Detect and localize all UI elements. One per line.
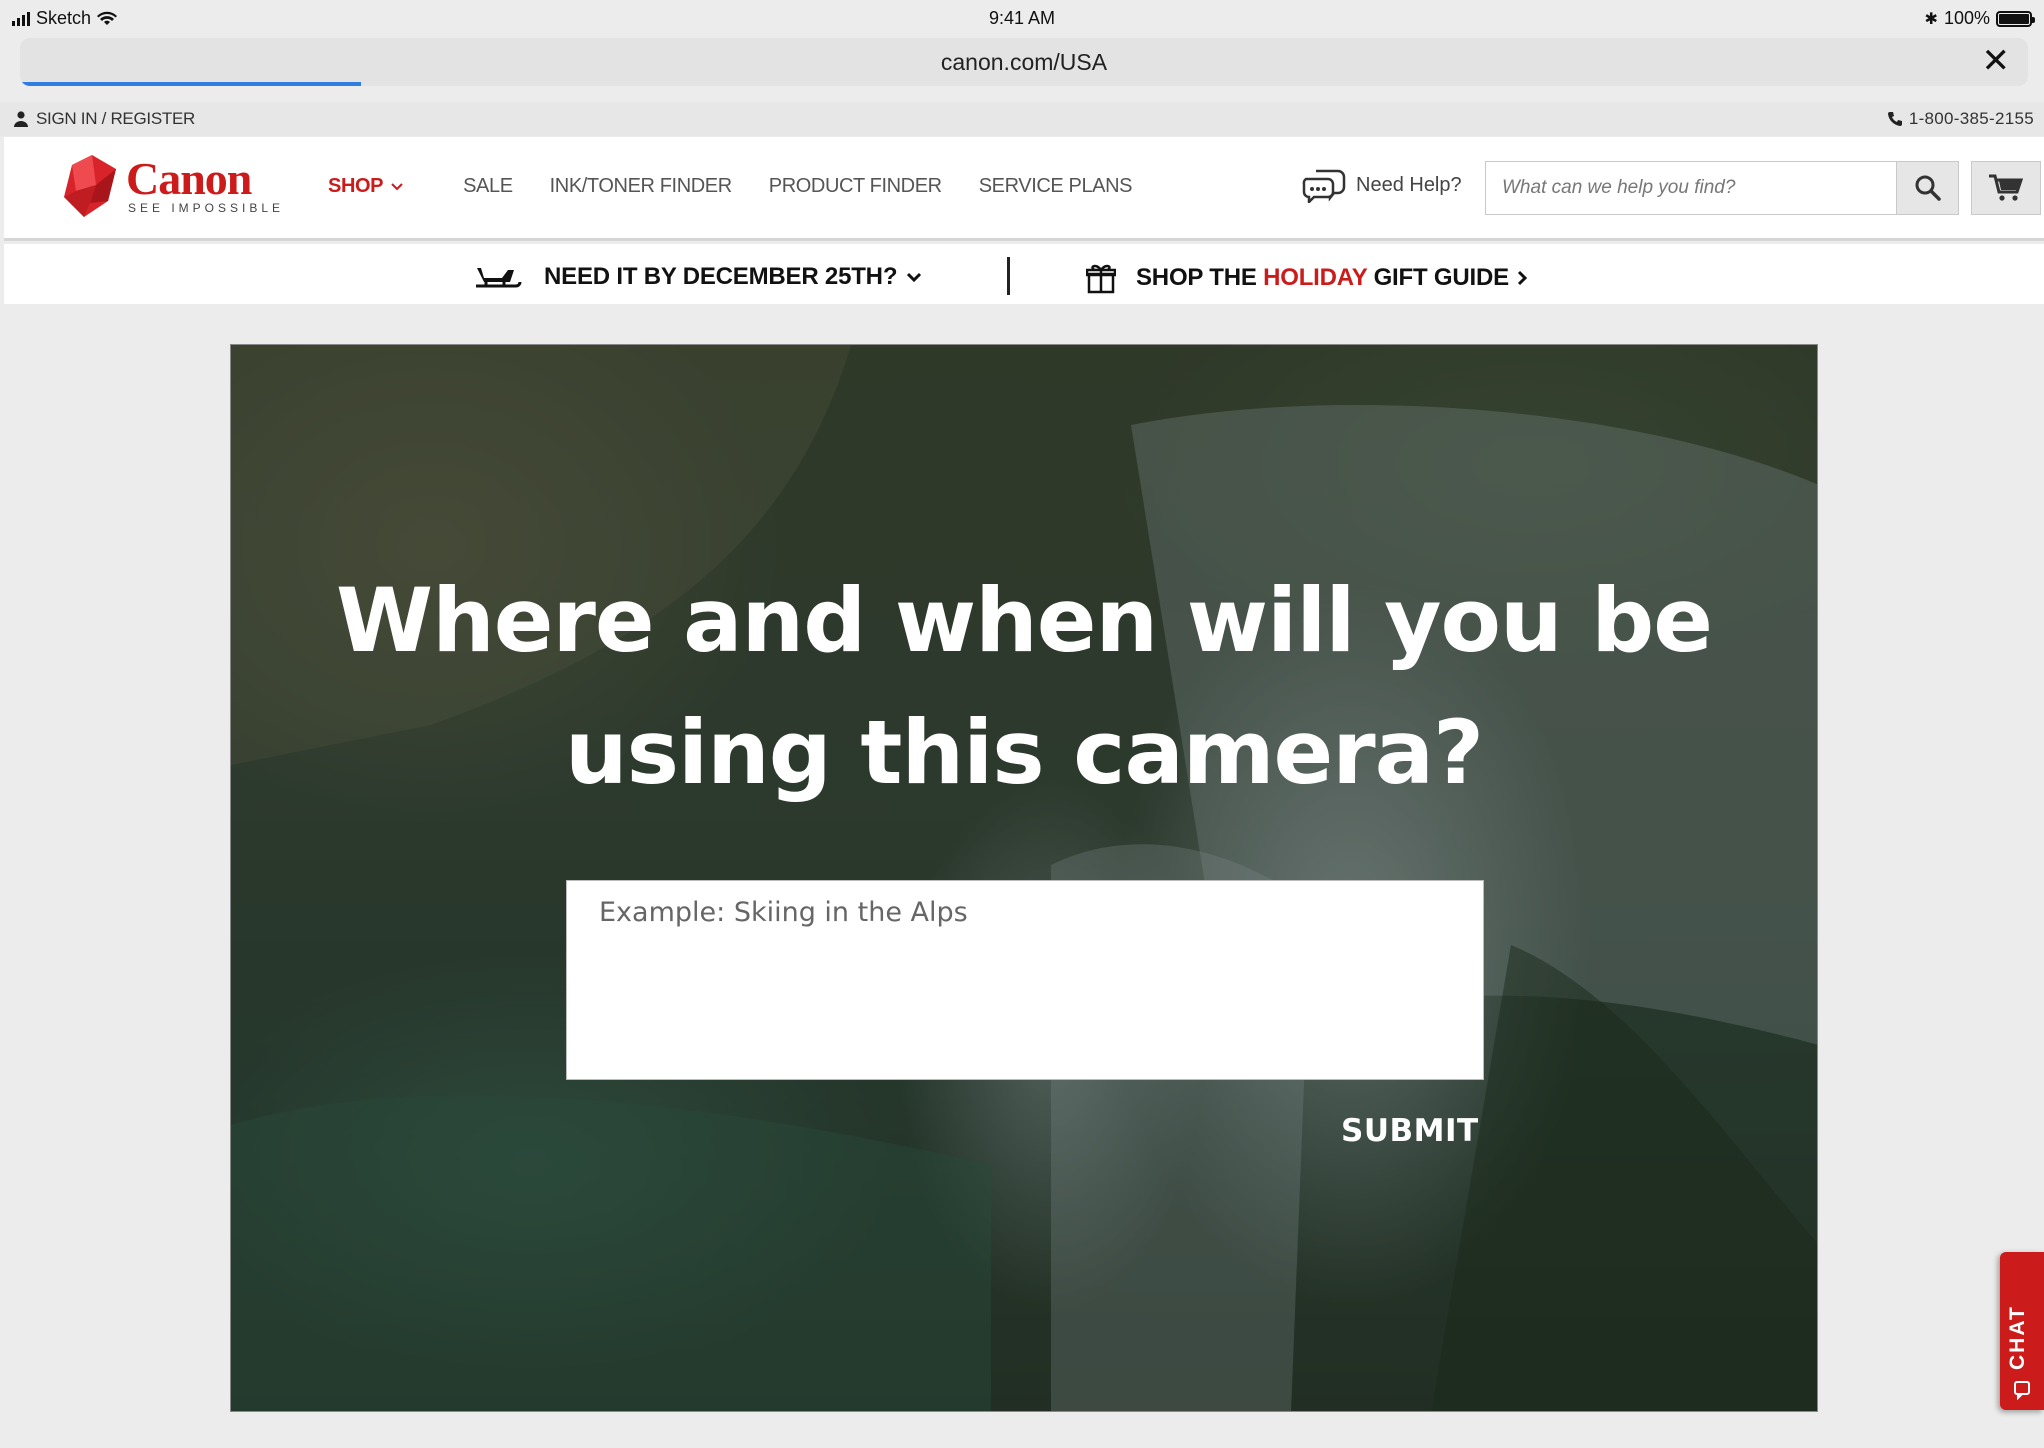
gift-guide-highlight: HOLIDAY	[1263, 264, 1368, 291]
nav-ink-toner-finder[interactable]: INK/TONER FINDER	[550, 175, 733, 198]
gift-icon	[1086, 264, 1116, 294]
logo-text: Canon SEE IMPOSSIBLE	[126, 153, 285, 216]
cart-button[interactable]	[1971, 161, 2041, 215]
canon-logo[interactable]: Canon SEE IMPOSSIBLE	[62, 155, 284, 219]
chat-label: CHAT	[2006, 1305, 2029, 1370]
url-text[interactable]: canon.com/USA	[20, 49, 2028, 76]
page-load-progress	[20, 82, 362, 86]
nav-shop[interactable]: SHOP	[328, 175, 403, 198]
chat-icon	[2014, 1381, 2030, 1400]
battery-icon	[1996, 10, 2035, 27]
cart-icon	[1989, 174, 2024, 201]
gift-guide-suffix: GIFT GUIDE	[1373, 264, 1510, 291]
site-header: Canon SEE IMPOSSIBLE SHOP SALE INK/TONER…	[4, 137, 2044, 241]
nav-service-plans[interactable]: SERVICE PLANS	[979, 175, 1133, 198]
hero-overlay	[231, 345, 1817, 1411]
logo-word: Canon	[126, 153, 252, 204]
utility-bar: SIGN IN / REGISTER 1-800-385-2155	[0, 102, 2044, 136]
search-box	[1485, 161, 1959, 215]
gift-guide-text: SHOP THE HOLIDAY GIFT GUIDE	[1136, 264, 1509, 292]
sign-in-link[interactable]: SIGN IN / REGISTER	[14, 109, 195, 129]
chat-tab[interactable]: CHAT	[2000, 1252, 2044, 1410]
phone-icon	[1887, 112, 1902, 126]
bluetooth-icon: ✱	[1924, 10, 1938, 28]
delivery-deadline-text: NEED IT BY DECEMBER 25TH?	[544, 263, 898, 290]
logo-tagline: SEE IMPOSSIBLE	[128, 201, 285, 215]
status-bar: Sketch 9:41 AM ✱ 100%	[0, 0, 2044, 36]
promo-divider	[1007, 257, 1010, 295]
need-help-link[interactable]: Need Help?	[1302, 167, 1462, 203]
phone-link[interactable]: 1-800-385-2155	[1887, 109, 2034, 129]
delivery-deadline-link[interactable]: NEED IT BY DECEMBER 25TH?	[474, 262, 922, 292]
phone-number: 1-800-385-2155	[1908, 109, 2034, 128]
search-button[interactable]	[1896, 162, 1958, 214]
sign-in-label: SIGN IN / REGISTER	[36, 109, 195, 128]
submit-button[interactable]: SUBMIT	[1341, 1113, 1479, 1149]
hero-title: Where and when will you be using this ca…	[336, 569, 1713, 804]
sleigh-icon	[476, 268, 522, 288]
gift-guide-link[interactable]: SHOP THE HOLIDAY GIFT GUIDE	[1086, 262, 1527, 294]
close-icon[interactable]: ✕	[1982, 44, 2011, 78]
nav-product-finder[interactable]: PRODUCT FINDER	[769, 175, 942, 198]
nav-sale[interactable]: SALE	[463, 175, 513, 198]
chevron-down-icon	[907, 272, 922, 282]
address-bar[interactable]: canon.com/USA ✕	[20, 38, 2028, 86]
chevron-right-icon	[1517, 270, 1527, 286]
chat-bubble-icon	[1302, 169, 1346, 203]
hero-banner: Where and when will you be using this ca…	[230, 344, 1818, 1412]
status-right: ✱ 100%	[1924, 8, 2035, 29]
user-icon	[14, 111, 28, 127]
nav-shop-label: SHOP	[328, 175, 384, 197]
usage-input[interactable]	[566, 880, 1484, 1080]
search-icon	[1915, 175, 1941, 201]
need-help-label: Need Help?	[1356, 173, 1462, 196]
main-nav: SHOP SALE INK/TONER FINDER PRODUCT FINDE…	[328, 175, 1169, 198]
gift-guide-prefix: SHOP THE	[1136, 264, 1257, 291]
status-time: 9:41 AM	[988, 8, 1056, 28]
battery-percent: 100%	[1943, 8, 1990, 28]
search-input[interactable]	[1486, 162, 1896, 214]
promo-bar: NEED IT BY DECEMBER 25TH? SHOP THE HOLID…	[4, 244, 2044, 304]
canon-cube-icon	[64, 155, 116, 217]
chevron-down-icon	[391, 182, 403, 190]
